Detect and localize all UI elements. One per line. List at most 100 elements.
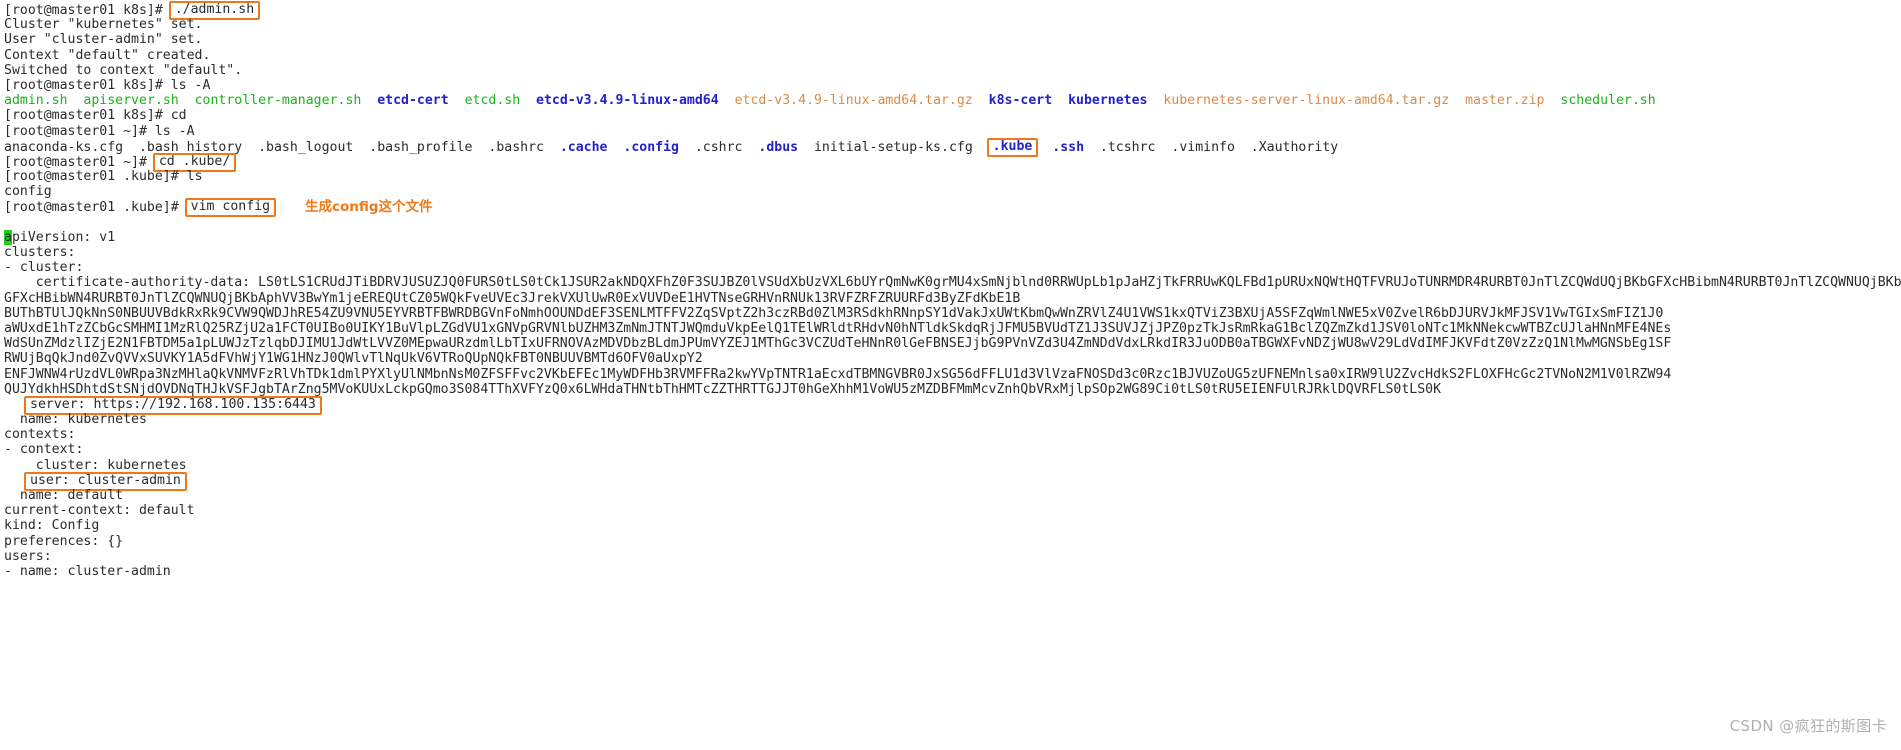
vim-line-text: current-context: default [4,503,195,519]
output-line: Cluster "kubernetes" set. [4,17,1901,32]
vim-line: - cluster: [4,260,1901,275]
ls-entry: etcd-cert [377,93,449,109]
vim-line: users: [4,549,1901,564]
cert-data: ENFJWNW4rUzdVL0WRpa3NzMHlaQkVNMVFzRlVhTD… [4,366,1672,382]
prompt-line: [root@master01 k8s]# cd [4,108,1901,123]
shell-prompt: [root@master01 .kube]# [4,169,187,185]
cert-data: LS0tLS1CRUdJTiBDRVJUSUZJQ0FURS0tLS0tCk1J… [258,275,1901,291]
shell-prompt: [root@master01 .kube]# [4,200,187,216]
vim-line-text: users: [4,548,52,564]
prompt-line: [root@master01 k8s]# ./admin.sh [4,1,1901,20]
ls-entry: initial-setup-ks.cfg [813,139,973,155]
ls-entry: .dbus [758,139,799,155]
vim-cert-line: WdSUnZMdzlIZjE2N1FBTDM5a1pLUWJzTzlqbDJIM… [4,336,1901,351]
vim-line-text: kind: Config [4,518,100,534]
output-text: User "cluster-admin" set. [4,32,203,48]
vim-line-text: piVersion: v1 [11,229,116,245]
vim-cert-line: BUThBTUlJQkNnS0NBUUVBdkRxRk9CVW9QWDJhRE5… [4,306,1901,321]
output-text: Switched to context "default". [4,62,243,78]
output-line: config [4,184,1901,199]
vim-line: cluster: kubernetes [4,458,1901,473]
vim-line-text: cluster: kubernetes [4,457,187,473]
output-line: Context "default" created. [4,48,1901,63]
cert-label: certificate-authority-data: [4,275,259,291]
prompt-line: [root@master01 .kube]# ls [4,169,1901,184]
vim-line: - name: cluster-admin [4,564,1901,579]
vim-cert-line: QUJYdkhHSDhtdStSNjdOVDNqTHJkVSFJgbTArZng… [4,382,1901,397]
ls-entry: etcd.sh [464,93,521,109]
cert-data: RWUjBqQkJnd0ZvQVVxSUVKY1A5dFVhWjY1WG1HNz… [4,351,703,367]
shell-prompt: [root@master01 ~]# [4,123,155,139]
ls-entry: kubernetes [1068,93,1148,109]
ls-entry: scheduler.sh [1560,93,1656,109]
output-text: config [4,184,52,200]
ls-entry: .config [623,139,679,155]
vim-line: - context: [4,442,1901,457]
vim-line-text: - context: [4,442,84,458]
vim-line: current-context: default [4,503,1901,518]
prompt-line: [root@master01 ~]# ls -A [4,124,1901,139]
ls-entry: .viminfo [1171,139,1235,155]
ls-entry: admin.sh [4,93,68,109]
vim-line-text: preferences: {} [4,533,124,549]
vim-line-user: user: cluster-admin [4,471,1901,491]
prompt-line: [root@master01 k8s]# ls -A [4,78,1901,93]
cert-data: WdSUnZMdzlIZjE2N1FBTDM5a1pLUWJzTzlqbDJIM… [4,336,1672,352]
ls-entry: controller-manager.sh [194,93,362,109]
vim-line-server: server: https://192.168.100.135:6443 [4,395,1901,415]
ls-entry: .tcshrc [1099,139,1156,155]
command-text: ls -A [154,123,195,139]
ls-entry: .cache [559,139,608,155]
ls-entry: .ssh [1052,139,1085,155]
command-text: ls -A [170,77,211,93]
vim-cert-line: RWUjBqQkJnd0ZvQVVxSUVKY1A5dFVhWjY1WG1HNz… [4,351,1901,366]
ls-entry: master.zip [1465,93,1545,109]
vim-line-text: name: default [4,488,124,503]
vim-line-text: - cluster: [4,260,84,276]
command-text: cd [170,108,187,124]
ls-entry: kubernetes-server-linux-amd64.tar.gz [1163,93,1450,109]
vim-line-text: clusters: [4,245,76,260]
ls-output-line: admin.sh apiserver.sh controller-manager… [4,93,1901,108]
shell-prompt: [root@master01 k8s]# [4,3,171,18]
output-line: Switched to context "default". [4,63,1901,78]
cert-data: aWUxdE1hTzZCbGcSMHMI1MzRlQ25RZjU2a1FCT0U… [4,320,1672,336]
vim-cert-line: GFXcHBibWN4RURBT0JnTlZCQWNUQjBKbAphVV3Bw… [4,291,1901,306]
output-text: Context "default" created. [4,47,211,63]
cert-data: QUJYdkhHSDhtdStSNjdOVDNqTHJkVSFJgbTArZng… [4,381,1442,397]
output-text: Cluster "kubernetes" set. [4,17,203,33]
vim-line-text: contexts: [4,427,76,443]
vim-line: contexts: [4,427,1901,442]
ls-entry: etcd-v3.4.9-linux-amd64 [536,93,719,109]
ls-entry: .bash_logout [258,139,354,155]
shell-prompt: [root@master01 k8s]# [4,108,171,124]
vim-line-text: - name: cluster-admin [4,563,171,579]
cert-data: GFXcHBibWN4RURBT0JnTlZCQWNUQjBKbAphVV3Bw… [4,290,1021,306]
highlighted-command: vim config [184,198,277,218]
vim-line: kind: Config [4,518,1901,533]
shell-prompt: [root@master01 k8s]# [4,77,171,93]
vim-line: name: kubernetes [4,412,1901,427]
vim-line: preferences: {} [4,534,1901,549]
vim-line: clusters: [4,245,1901,260]
vim-line: apiVersion: v1 [4,229,1901,245]
ls-entry: k8s-cert [988,93,1053,109]
vim-cert-line: ENFJWNW4rUzdVL0WRpa3NzMHlaQkVNMVFzRlVhTD… [4,367,1901,382]
prompt-line: [root@master01 .kube]# vim config [4,198,1901,218]
ls-entry: etcd-v3.4.9-linux-amd64.tar.gz [734,93,973,109]
terminal-window[interactable]: [root@master01 k8s]# ./admin.sh Cluster "… [0,0,1901,750]
watermark-csdn: CSDN @疯狂的斯图卡 [1729,716,1887,735]
ls-entry: anaconda-ks.cfg [4,139,124,155]
vim-cert-line: certificate-authority-data: LS0tLS1CRUdJ… [4,275,1901,290]
vim-gap [4,215,1901,230]
vim-line: name: default [4,488,1901,503]
ls-output-line: anaconda-ks.cfg .bash_history .bash_logo… [4,137,1901,157]
vim-cert-line: aWUxdE1hTzZCbGcSMHMI1MzRlQ25RZjU2a1FCT0U… [4,321,1901,336]
ls-entry: .bashrc [488,139,544,155]
command-text: ls [186,169,203,185]
ls-entry: apiserver.sh [83,93,179,109]
cert-data: BUThBTUlJQkNnS0NBUUVBdkRxRk9CVW9QWDJhRE5… [4,305,1664,321]
vim-line-text: name: kubernetes [4,412,147,428]
prompt-line: [root@master01 ~]# cd .kube/ [4,152,1901,172]
vim-cursor: a [4,229,12,245]
